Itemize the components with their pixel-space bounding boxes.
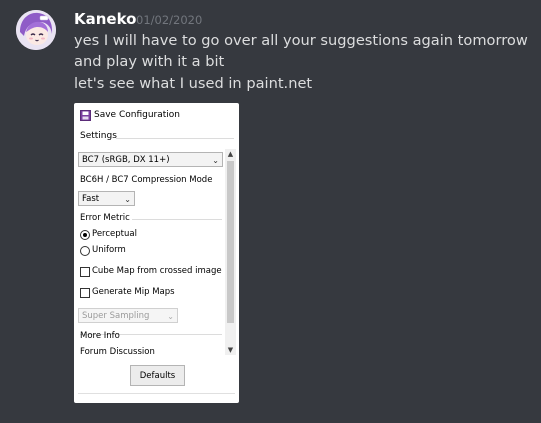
perceptual-radio[interactable] <box>80 230 90 240</box>
compression-mode-value: Fast <box>82 194 100 204</box>
format-select[interactable]: BC7 (sRGB, DX 11+) ⌄ <box>78 152 223 167</box>
sampling-select-value: Super Sampling <box>82 311 150 321</box>
message-line-1: yes I will have to go over all your sugg… <box>74 32 528 49</box>
perceptual-label: Perceptual <box>92 229 137 239</box>
chevron-down-icon: ⌄ <box>212 156 219 165</box>
avatar[interactable] <box>16 10 56 50</box>
cube-map-checkbox[interactable] <box>80 267 90 277</box>
defaults-button[interactable]: Defaults <box>130 365 185 386</box>
cube-map-label: Cube Map from crossed image <box>92 266 222 276</box>
save-icon <box>80 109 91 121</box>
chevron-down-icon: ⌄ <box>167 312 174 321</box>
settings-divider <box>116 138 234 139</box>
username[interactable]: Kaneko <box>74 10 136 28</box>
format-select-value: BC7 (sRGB, DX 11+) <box>82 155 170 165</box>
message-line-2: and play with it a bit <box>74 53 225 70</box>
settings-heading: Settings <box>80 131 117 141</box>
compression-mode-label: BC6H / BC7 Compression Mode <box>80 175 213 185</box>
error-metric-divider <box>132 219 222 220</box>
uniform-radio[interactable] <box>80 246 90 256</box>
avatar-image <box>16 10 56 50</box>
more-info-heading: More Info <box>80 331 120 341</box>
attachment-image[interactable]: Save Configuration Settings BC7 (sRGB, D… <box>74 103 239 403</box>
save-configuration-button[interactable]: Save Configuration <box>80 107 180 123</box>
error-metric-heading: Error Metric <box>80 213 130 223</box>
message-timestamp: 01/02/2020 <box>136 13 203 27</box>
chevron-down-icon: ⌄ <box>124 195 131 204</box>
bottom-divider <box>78 393 235 394</box>
generate-mipmaps-checkbox[interactable] <box>80 288 90 298</box>
save-configuration-label: Save Configuration <box>94 110 180 120</box>
uniform-label: Uniform <box>92 245 126 255</box>
scrollbar-thumb[interactable] <box>227 161 234 323</box>
generate-mipmaps-label: Generate Mip Maps <box>92 287 175 297</box>
compression-mode-select[interactable]: Fast ⌄ <box>78 191 135 206</box>
sampling-select: Super Sampling ⌄ <box>78 308 178 323</box>
settings-scrollbar[interactable]: ▲ ▼ <box>225 149 236 355</box>
scroll-clip <box>74 355 225 363</box>
scroll-down-icon[interactable]: ▼ <box>225 345 236 355</box>
scroll-up-icon[interactable]: ▲ <box>225 149 236 159</box>
message-line-3: let's see what I used in paint.net <box>74 75 313 92</box>
